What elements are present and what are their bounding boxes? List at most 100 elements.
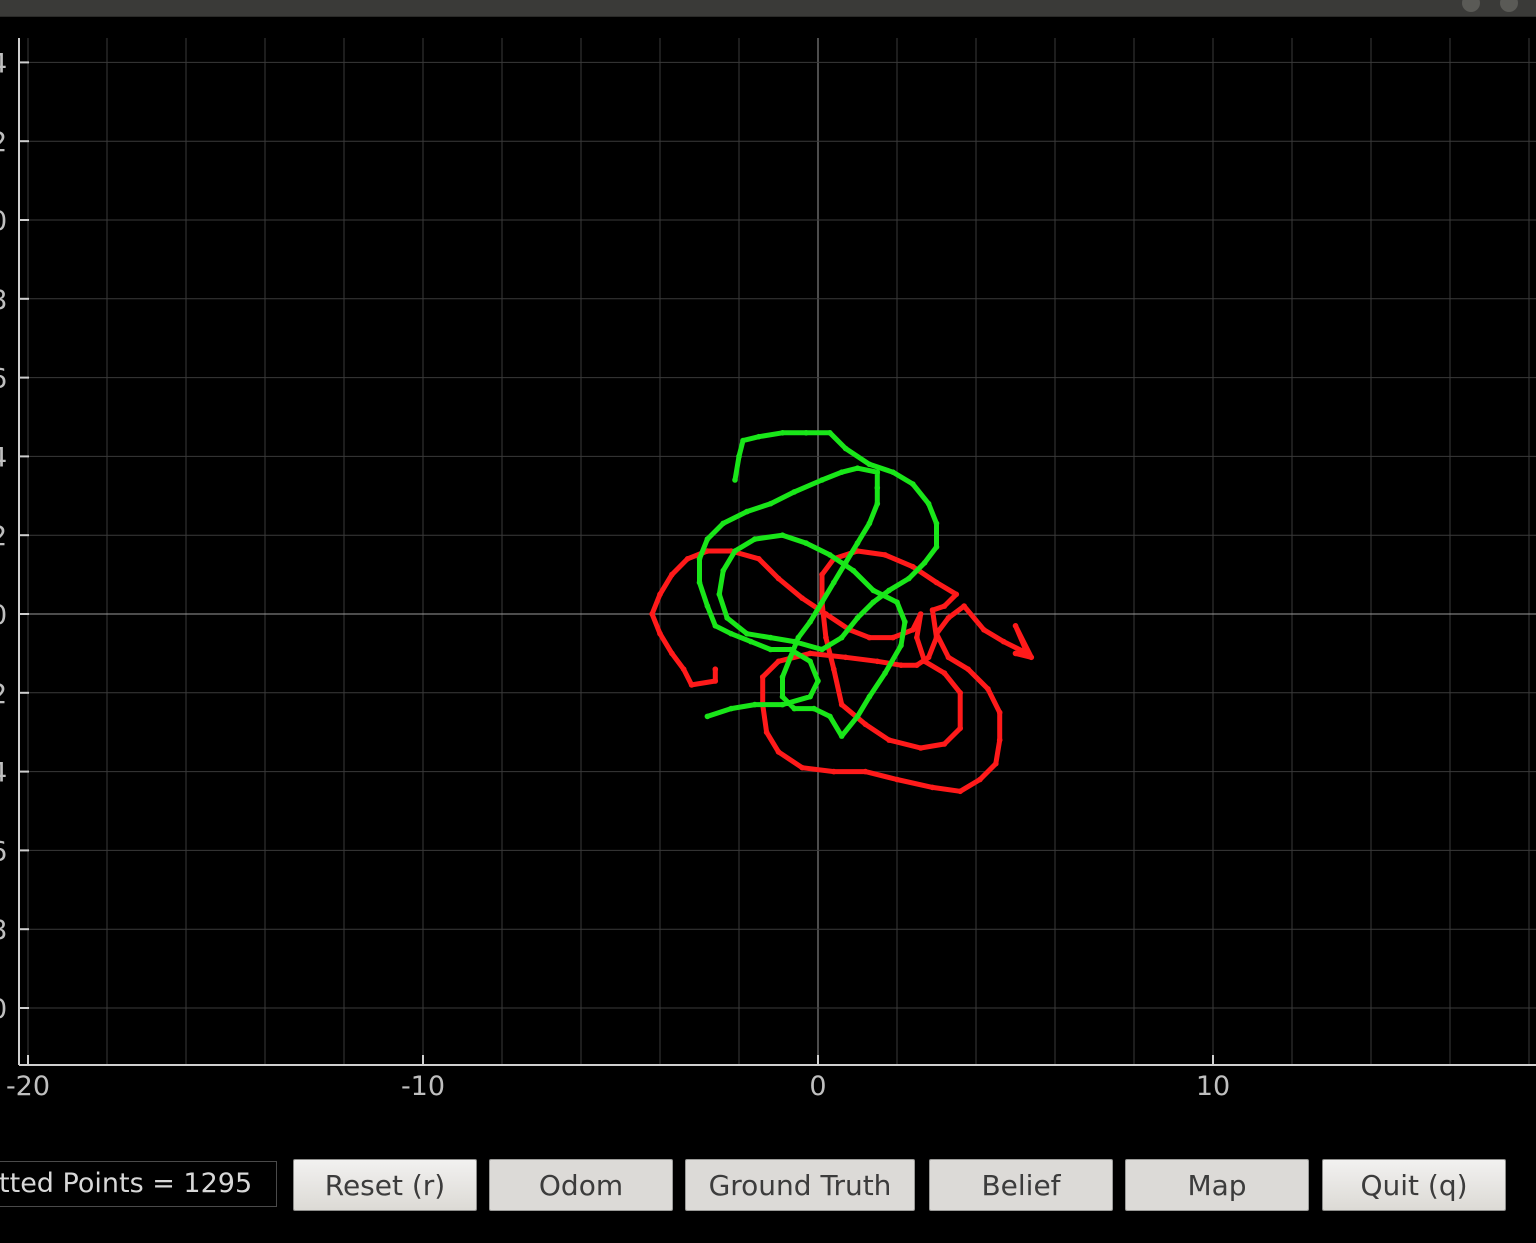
trajectory-point (838, 634, 845, 641)
trajectory-point (921, 658, 928, 665)
trajectory-point (657, 591, 663, 598)
trajectory-point (854, 540, 861, 546)
trajectory-point (1028, 654, 1035, 661)
trajectory-point (657, 630, 663, 637)
trajectory-point (831, 666, 837, 672)
trajectory-point (862, 768, 869, 775)
x-tick-label: 10 (1196, 1071, 1230, 1102)
trajectory-point (890, 634, 896, 641)
trajectory-point (720, 520, 726, 527)
trajectory-point (787, 646, 794, 653)
quit-button[interactable]: Quit (q) (1322, 1159, 1506, 1211)
trajectory-point (823, 611, 829, 617)
trajectory-point (779, 701, 786, 708)
x-tick-label: -10 (401, 1071, 445, 1102)
trajectory-point (811, 705, 817, 712)
trajectory-point (925, 500, 932, 507)
trajectory-point (1012, 650, 1019, 657)
trajectory-point (957, 690, 963, 696)
trajectory-point (827, 430, 833, 436)
trajectory-point (759, 674, 766, 680)
trajectory-point (925, 654, 932, 661)
trajectory-point (910, 627, 916, 633)
trajectory-point (1024, 650, 1031, 657)
trajectory-point (882, 552, 888, 558)
trajectory-point (874, 469, 881, 476)
trajectory-point (862, 721, 869, 728)
minimize-icon[interactable] (1462, 0, 1480, 12)
trajectory-point (933, 579, 940, 586)
trajectory-point (854, 713, 861, 720)
trajectory-point (985, 686, 991, 692)
trajectory-point (819, 571, 825, 578)
trajectory-point (831, 768, 837, 775)
trajectory-point (728, 630, 734, 637)
trajectory-point (819, 646, 825, 653)
trajectory-point (823, 634, 829, 641)
trajectory-point (756, 556, 762, 562)
trajectory-point (910, 563, 916, 570)
trajectory-point (724, 615, 730, 621)
trajectory-point (957, 788, 963, 795)
trajectory-point (941, 603, 948, 609)
trajectory-point (933, 630, 940, 637)
y-tick-label: 8 (0, 915, 7, 946)
y-tick-label: 2 (0, 521, 7, 552)
map-button[interactable]: Map (1125, 1159, 1309, 1211)
plot-grid (19, 38, 1536, 1065)
y-tick-label: 4 (0, 48, 7, 79)
x-tick-label: -20 (6, 1071, 50, 1102)
trajectory-point (870, 587, 877, 594)
odom-button[interactable]: Odom (489, 1159, 673, 1211)
trajectory-point (807, 619, 813, 625)
trajectory-point (819, 599, 825, 605)
trajectory-point (756, 433, 762, 440)
ground-truth-button[interactable]: Ground Truth (685, 1159, 915, 1211)
trajectory-point (854, 615, 861, 621)
trajectory-point (996, 737, 1003, 743)
trajectory-point (775, 575, 782, 582)
trajectory-point (736, 453, 742, 460)
trajectory-point (917, 611, 924, 617)
red-trajectory (649, 548, 1034, 794)
trajectory-point (894, 599, 900, 605)
trajectory-point (767, 634, 774, 641)
window-titlebar[interactable] (0, 0, 1536, 17)
trajectory-point (977, 776, 983, 783)
trajectory-point (803, 430, 809, 436)
trajectory-point (921, 560, 928, 566)
trajectory-point (819, 477, 825, 483)
trajectory-point (775, 658, 782, 665)
trajectory-point (914, 634, 920, 641)
trajectory-point (775, 749, 782, 755)
trajectory-point (779, 693, 786, 700)
trajectory-point (902, 619, 908, 625)
trajectory-point (886, 737, 892, 743)
close-icon[interactable] (1500, 0, 1518, 12)
trajectory-point (696, 556, 703, 562)
trajectory-point (696, 579, 703, 586)
trajectory-point (981, 627, 987, 633)
trajectory-point (866, 520, 873, 527)
plotted-points-readout: lotted Points = 1295 (0, 1161, 277, 1207)
trajectory-plot[interactable]: -20 -10 0 10 4 2 0 8 6 4 2 0 2 4 6 8 0 (0, 17, 1536, 1140)
trajectory-point (732, 548, 738, 554)
trajectory-point (712, 678, 719, 684)
y-tick-label: 6 (0, 836, 7, 867)
trajectory-point (965, 666, 971, 672)
y-tick-label: 6 (0, 364, 7, 395)
trajectory-point (732, 477, 738, 483)
trajectory-point (842, 560, 849, 566)
trajectory-point (779, 430, 786, 436)
trajectory-point (752, 536, 758, 542)
trajectory-point (827, 552, 833, 558)
trajectory-point (957, 725, 963, 732)
belief-button[interactable]: Belief (929, 1159, 1113, 1211)
trajectory-point (831, 579, 837, 586)
trajectory-point (898, 642, 904, 649)
trajectory-point (838, 701, 845, 708)
trajectory-point (870, 599, 877, 605)
reset-button[interactable]: Reset (r) (293, 1159, 477, 1211)
trajectory-point (933, 544, 940, 550)
trajectory-point (787, 654, 794, 661)
